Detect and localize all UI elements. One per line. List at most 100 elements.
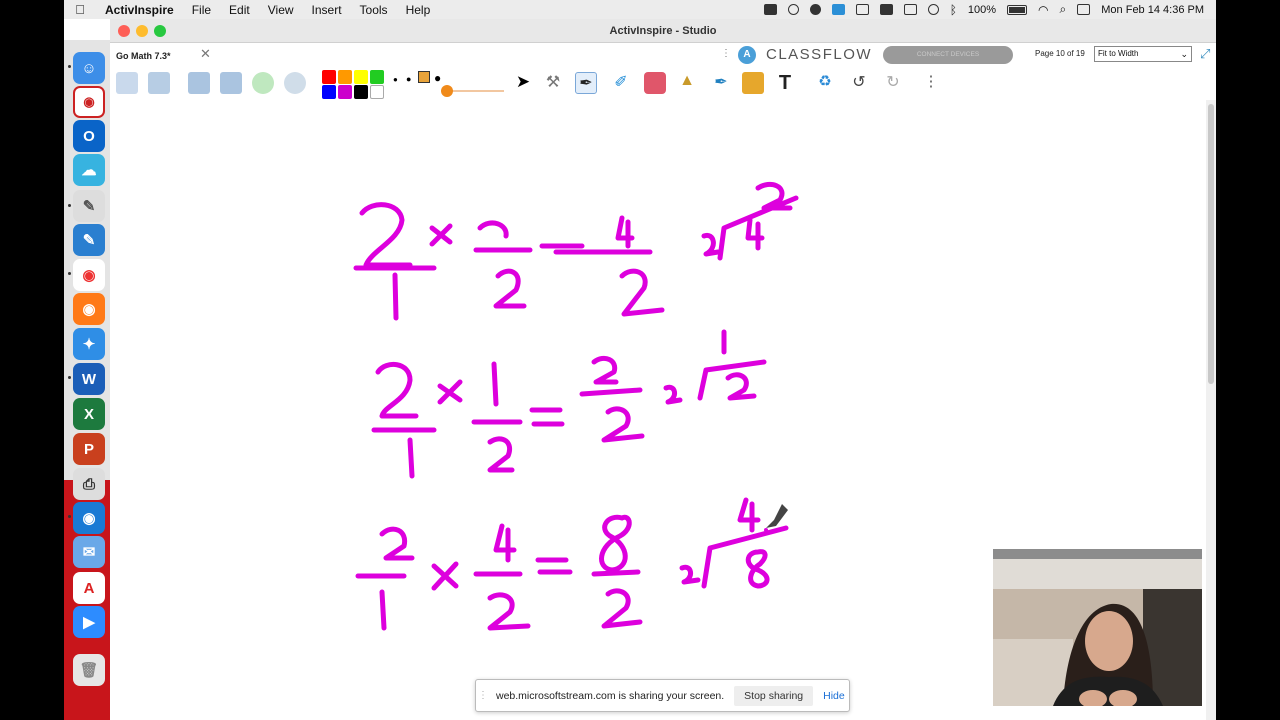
safari-icon[interactable]: ✦: [73, 328, 105, 360]
close-window-button[interactable]: [118, 25, 130, 37]
control-center-icon[interactable]: [1077, 4, 1091, 15]
word-icon[interactable]: W: [73, 363, 105, 395]
menu-tools[interactable]: Tools: [351, 3, 397, 17]
pen-width-selected-icon[interactable]: [418, 71, 430, 83]
apple-menu-icon[interactable]: : [64, 2, 96, 17]
running-indicator: [68, 376, 71, 379]
display-icon[interactable]: [903, 4, 917, 15]
ink-digit: [477, 220, 509, 239]
menu-clock[interactable]: Mon Feb 14 4:36 PM: [1101, 4, 1204, 16]
zoom-select[interactable]: Fit to Width ⌄: [1094, 46, 1192, 62]
connect-devices-button[interactable]: CONNECT DEVICES: [883, 46, 1013, 64]
color-white-swatch[interactable]: [370, 85, 384, 99]
color-green-swatch[interactable]: [370, 70, 384, 84]
page-indicator: Page 10 of 19: [1035, 49, 1085, 58]
next-page-icon[interactable]: [220, 72, 242, 94]
menu-edit[interactable]: Edit: [220, 3, 259, 17]
stop-sharing-button[interactable]: Stop sharing: [734, 685, 814, 706]
width-slider-track[interactable]: [444, 90, 504, 92]
classflow-icon[interactable]: A: [738, 46, 756, 64]
color-orange-swatch[interactable]: [338, 70, 352, 84]
activinspire-icon[interactable]: ◉: [73, 502, 105, 534]
main-menu-icon[interactable]: [116, 72, 138, 94]
battery-icon[interactable]: [1007, 4, 1028, 15]
more-tools-icon[interactable]: ⋮: [920, 72, 942, 94]
highlighter-icon[interactable]: ✐: [610, 72, 632, 94]
ink-digit: [487, 592, 531, 631]
shortcut-icon[interactable]: [879, 4, 893, 15]
classlink-icon[interactable]: ☁: [73, 154, 105, 186]
antivirus-icon[interactable]: ◉: [73, 86, 105, 118]
vector-icon[interactable]: [855, 4, 869, 15]
zoom-status-icon[interactable]: [763, 4, 777, 15]
spotlight-search-icon[interactable]: ⌕: [1060, 2, 1067, 17]
expand-icon[interactable]: ⤢: [1200, 46, 1210, 62]
eraser-icon[interactable]: [644, 72, 666, 94]
ink-equals-sign: [529, 407, 565, 427]
scrollbar-thumb[interactable]: [1208, 104, 1214, 384]
zoom-icon[interactable]: ▶: [73, 606, 105, 638]
clear-icon[interactable]: ♻: [814, 72, 836, 94]
select-arrow-icon[interactable]: ➤: [512, 72, 534, 94]
outlook-icon[interactable]: O: [73, 120, 105, 152]
menu-help[interactable]: Help: [397, 3, 440, 17]
fill-icon[interactable]: ▲: [676, 72, 698, 94]
menu-view[interactable]: View: [259, 3, 303, 17]
webcam-overlay: [993, 549, 1202, 706]
bluetooth-icon[interactable]: ᛒ: [950, 3, 957, 17]
ink-digit: [663, 384, 683, 405]
minimize-window-button[interactable]: [136, 25, 148, 37]
canvas-scrollbar[interactable]: [1206, 100, 1216, 720]
color-blue-swatch[interactable]: [322, 85, 336, 99]
main-toolbar: ● ● ● ➤ ⚒ ✒ ✐ ▲ ✒ T ♻ ↺ ↻ ⋮: [110, 68, 1210, 100]
cloud-icon[interactable]: [809, 4, 821, 15]
ink-digit: [745, 549, 770, 589]
desktop-annotate-icon[interactable]: [284, 72, 306, 94]
ink-division-bracket: [701, 525, 789, 589]
pen-tool-icon[interactable]: ✒: [575, 72, 597, 94]
more-icon[interactable]: ⋮: [721, 48, 731, 59]
acrobat-icon[interactable]: A: [73, 572, 105, 604]
chrome-icon[interactable]: ◉: [73, 259, 105, 291]
color-yellow-swatch[interactable]: [354, 70, 368, 84]
drag-handle-icon[interactable]: ⋮: [476, 690, 490, 701]
text-tool-icon[interactable]: T: [774, 72, 796, 94]
undo-icon[interactable]: ↺: [848, 72, 870, 94]
shapes-icon[interactable]: [742, 72, 764, 94]
previous-page-icon[interactable]: [188, 72, 210, 94]
screen-record-icon[interactable]: [831, 4, 845, 15]
finder-icon[interactable]: ☺: [73, 52, 105, 84]
pen-width-large-icon[interactable]: ●: [434, 71, 441, 85]
ink-digit: [379, 589, 387, 631]
hide-button[interactable]: Hide: [823, 690, 845, 702]
fullscreen-window-button[interactable]: [154, 25, 166, 37]
play-icon[interactable]: [927, 4, 939, 15]
excel-icon[interactable]: X: [73, 398, 105, 430]
document-tab[interactable]: Go Math 7.3*: [116, 47, 171, 65]
menu-insert[interactable]: Insert: [303, 3, 351, 17]
play-icon[interactable]: [252, 72, 274, 94]
notes-icon[interactable]: ✎: [73, 224, 105, 256]
browsers-icon[interactable]: [148, 72, 170, 94]
width-slider-thumb[interactable]: [441, 85, 453, 97]
pen-width-medium-icon[interactable]: ●: [406, 74, 411, 84]
firefox-icon[interactable]: ◉: [73, 293, 105, 325]
magic-ink-icon[interactable]: ✒: [710, 72, 732, 94]
wifi-icon[interactable]: ◠: [1038, 3, 1048, 17]
tools-icon[interactable]: ⚒: [542, 72, 564, 94]
printer-icon[interactable]: ⎙: [73, 468, 105, 500]
creative-cloud-icon[interactable]: [787, 4, 799, 15]
close-tab-icon[interactable]: ✕: [200, 46, 211, 62]
trash-icon[interactable]: 🗑: [73, 654, 105, 686]
ink-times-sign: [437, 379, 463, 405]
color-black-swatch[interactable]: [354, 85, 368, 99]
pen-width-small-icon[interactable]: ●: [393, 75, 398, 84]
color-red-swatch[interactable]: [322, 70, 336, 84]
redo-icon[interactable]: ↻: [882, 72, 904, 94]
menu-file[interactable]: File: [183, 3, 220, 17]
powerpoint-icon[interactable]: P: [73, 433, 105, 465]
mail-icon[interactable]: ✉: [73, 536, 105, 568]
menu-app-name[interactable]: ActivInspire: [96, 3, 183, 17]
color-magenta-swatch[interactable]: [338, 85, 352, 99]
editor-icon[interactable]: ✎: [73, 190, 105, 222]
